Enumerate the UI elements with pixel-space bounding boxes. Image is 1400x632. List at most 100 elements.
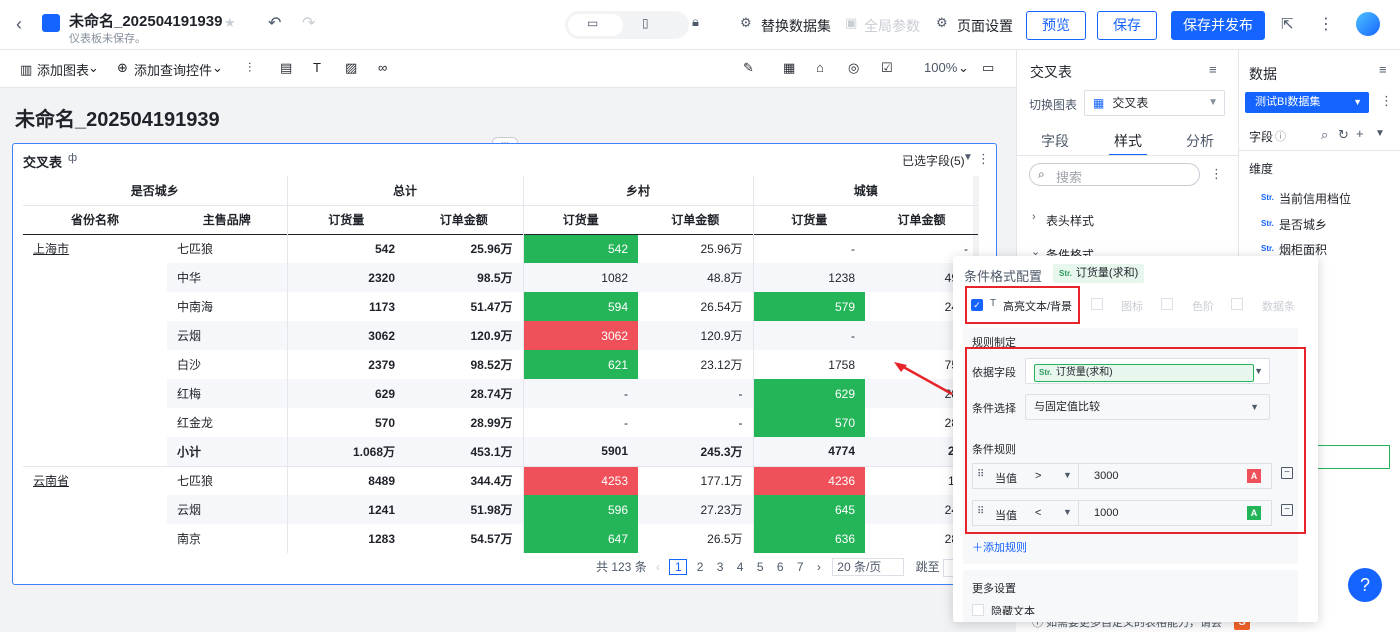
zoom-level[interactable]: 100% [924,60,957,75]
device-switch: ▭ ▯ [565,11,689,39]
databar-checkbox[interactable] [1231,298,1243,310]
value-cell: 25.96万 [470,242,513,257]
field-chip: Str. 订货量(求和) [1053,264,1145,283]
help-button[interactable]: ? [1348,568,1382,602]
field-item[interactable]: 当前信用档位 [1279,190,1351,207]
search-input[interactable]: ⌕ 搜索 [1029,163,1200,186]
tab-icon[interactable]: ▤ [280,60,292,76]
icon-checkbox[interactable] [1091,298,1103,310]
lock-icon[interactable]: 🔒︎ [692,14,699,30]
cross-table: 是否城乡 总计 乡村 城镇 省份名称 主售品牌 订货量 订单金额 订货量 订单金… [23,176,978,553]
page-item[interactable]: 2 [697,560,704,574]
plus-icon: ＋ [972,542,983,554]
page-title[interactable]: 未命名_202504191939 [15,103,220,132]
scale-checkbox[interactable] [1161,298,1173,310]
prev-page-icon[interactable]: ‹ [656,560,660,574]
option-scale[interactable]: 色阶 [1192,298,1214,314]
replace-dataset-button[interactable]: 替换数据集 [761,16,831,36]
dialog-title: 条件格式配置 [964,269,1043,284]
redo-icon[interactable]: ↷ [302,13,315,33]
external-link-icon[interactable]: ⇱ [1281,15,1294,33]
field-item[interactable]: 是否城乡 [1279,216,1327,233]
cross-table-card[interactable]: 交叉表 ф 已选字段(5) ▼ ⋮ 是否城乡 总计 乡村 城镇 省份名称 主售品… [12,143,997,585]
page-item[interactable]: 3 [717,560,724,574]
selected-fields[interactable]: 已选字段(5) [902,152,965,169]
global-params-button[interactable]: 全局参数 [864,16,920,36]
value-cell: 3062 [286,321,405,350]
brand-cell: 七匹狼 [177,474,214,489]
province-cell [23,263,167,292]
dataset-select[interactable]: 测试BI数据集 ▼ [1245,92,1369,113]
save-publish-button[interactable]: 保存并发布 [1171,11,1265,40]
mobile-icon[interactable]: ▯ [642,16,649,30]
hide-text-checkbox[interactable] [972,604,984,616]
add-rule-label: 添加规则 [983,542,1027,554]
more-vertical-icon[interactable]: ⋮ [1380,93,1393,109]
keyboard-icon[interactable]: ▭ [982,60,994,76]
plus-icon[interactable]: + [1356,126,1364,141]
string-type-icon: Str. [1261,244,1274,253]
value-cell: 3062 [522,321,638,350]
hide-icon[interactable]: ◎ [848,60,859,76]
preview-button[interactable]: 预览 [1026,11,1086,40]
dashboard-title[interactable]: 未命名_202504191939 [69,10,222,31]
next-page-icon[interactable]: › [817,560,821,574]
brand-cell: 七匹狼 [177,242,214,257]
dataset-value: 测试BI数据集 [1255,96,1321,108]
table-row: 中南海117351.47万59426.54万57924.9 [23,292,978,321]
brand-cell: 中华 [167,263,287,292]
value-cell: - [752,321,865,350]
add-rule-button[interactable]: ＋添加规则 [972,539,1027,555]
collapse-icon[interactable]: ≡ [1209,62,1217,77]
page-size-select[interactable]: 20 条/页 [832,558,905,576]
refresh-icon[interactable]: ↻ [1338,127,1349,143]
province-cell[interactable]: 云南省 [23,466,167,495]
caret-down-icon: ▼ [1208,97,1218,108]
more-vertical-icon[interactable]: ⋮ [977,151,990,167]
filter-icon[interactable]: ⫶ [248,60,251,76]
check-icon[interactable]: ☑ [881,60,893,76]
save-button[interactable]: 保存 [1097,11,1157,40]
province-cell [23,495,167,524]
undo-icon[interactable]: ↶ [268,13,281,33]
avatar[interactable] [1356,12,1380,36]
add-query-menu[interactable]: 添加查询控件 [134,60,212,79]
tab-style[interactable]: 样式 [1114,131,1142,151]
option-databar[interactable]: 数据条 [1262,298,1295,314]
province-cell [23,292,167,321]
value-cell: 177.1万 [700,474,743,489]
back-icon[interactable]: ‹ [16,14,22,35]
page-item[interactable]: 5 [757,560,764,574]
image-icon[interactable]: ▨ [345,60,357,76]
caret-down-icon[interactable]: ▼ [963,152,973,163]
page-item[interactable]: 7 [797,560,804,574]
more-vertical-icon[interactable]: ⋮ [1318,14,1334,34]
province-cell[interactable]: 上海市 [23,234,167,263]
section-header-style[interactable]: 表头样式 [1046,212,1094,229]
search-icon[interactable]: ⌕ [1321,127,1328,143]
dataset-icon: ⚙ [740,15,752,30]
query-icon: ⊕ [117,60,128,75]
link-icon[interactable]: ∞ [378,60,387,75]
collapse-icon[interactable]: ≡ [1379,62,1387,77]
theme-icon[interactable]: ✎ [743,60,754,76]
page-settings-button[interactable]: 页面设置 [957,16,1013,36]
star-icon[interactable]: ★ [224,15,236,31]
tab-fields[interactable]: 字段 [1041,131,1069,151]
text-icon[interactable]: T [313,60,321,75]
tab-analysis[interactable]: 分析 [1186,131,1214,151]
table-row: 白沙237998.52万62123.12万175875.3 [23,350,978,379]
chart-type-select[interactable]: ▦ 交叉表 ▼ [1084,90,1225,116]
annotation-arrow [894,362,953,396]
bank-icon[interactable]: ⌂ [816,60,824,75]
page-item[interactable]: 4 [737,560,744,574]
more-vertical-icon[interactable]: ⋮ [1210,166,1223,182]
string-type-icon: Str. [1059,269,1072,278]
option-icon[interactable]: 图标 [1121,298,1143,314]
page-item[interactable]: 6 [777,560,784,574]
caret-down-icon[interactable]: ▼ [1375,128,1385,139]
notes-icon[interactable]: ▦ [783,60,795,76]
page-item[interactable]: 1 [669,559,688,575]
header-cell: 乡村 [522,176,753,205]
add-chart-menu[interactable]: 添加图表 [37,60,89,79]
